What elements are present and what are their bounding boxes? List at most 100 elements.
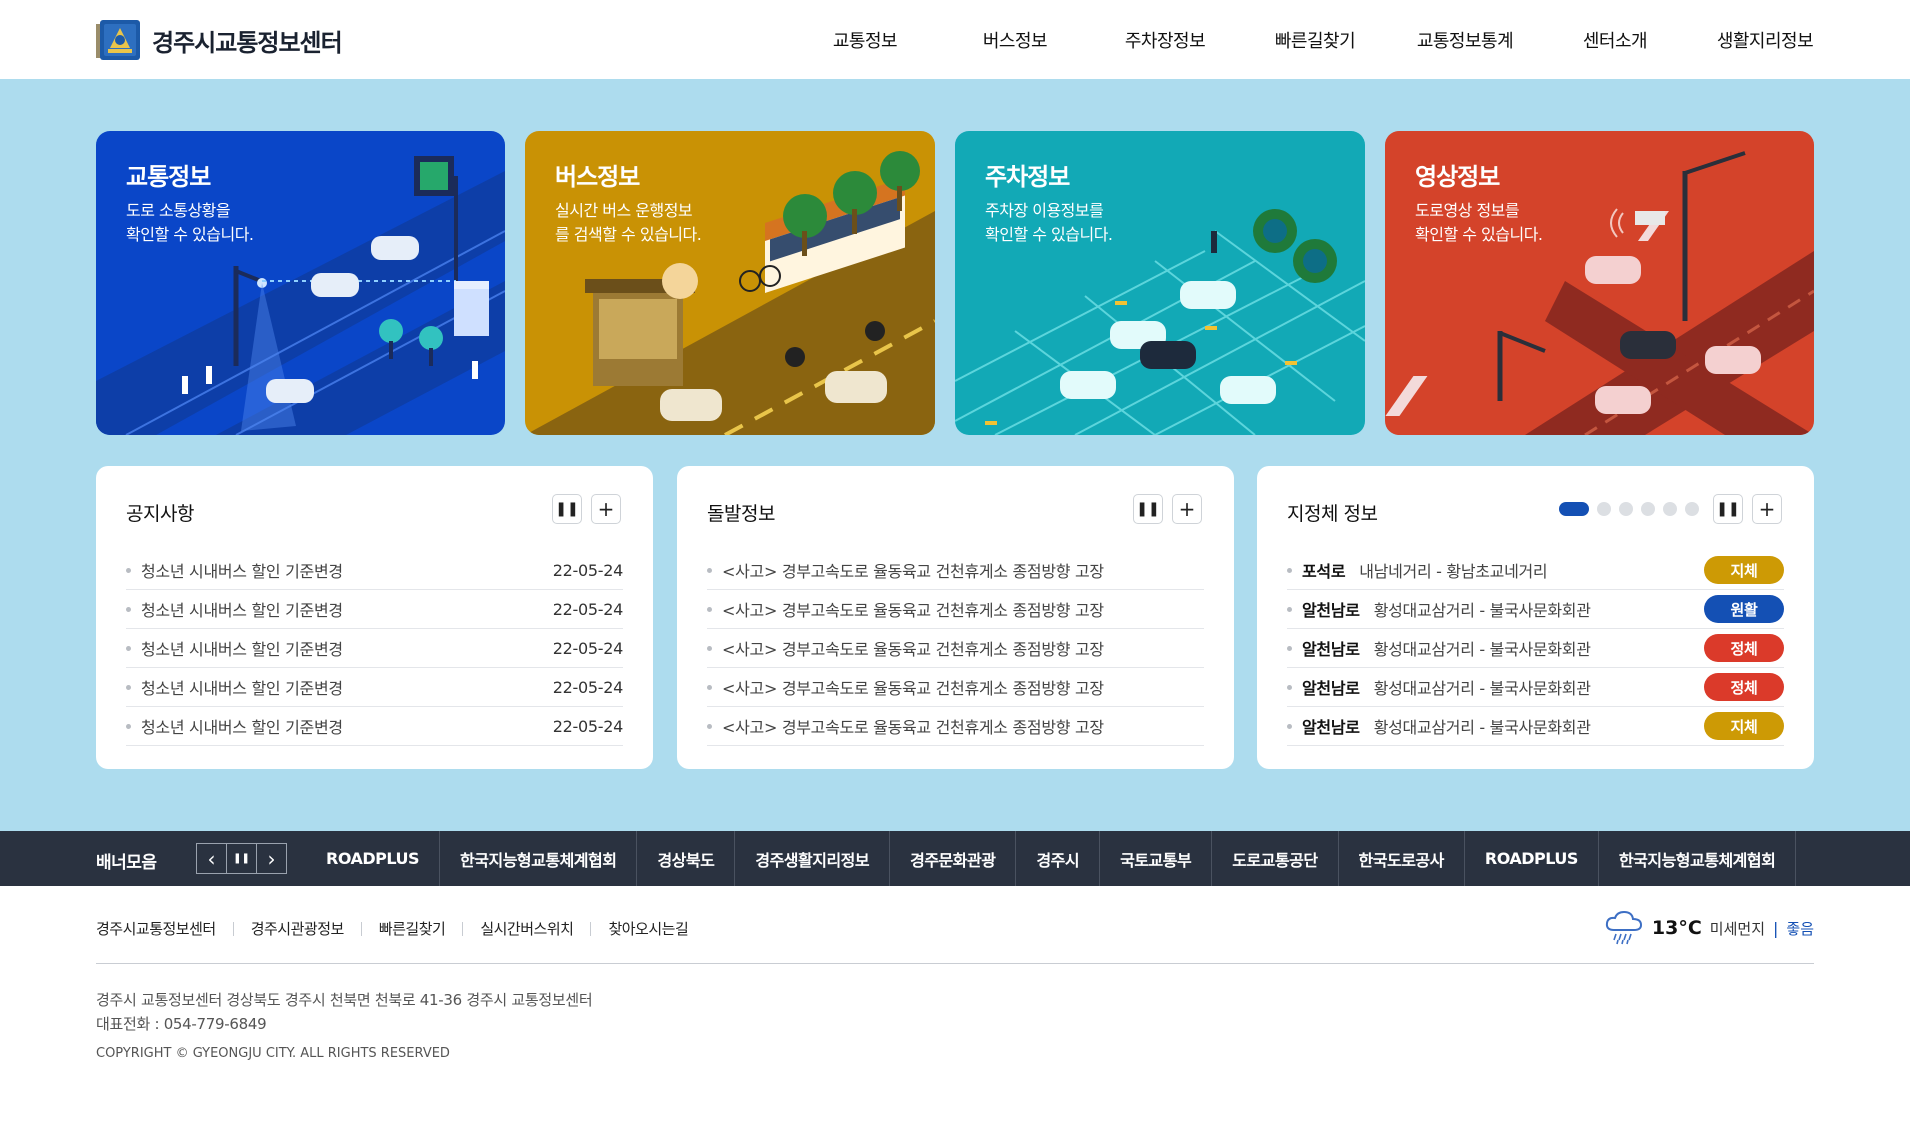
footer-link-directions[interactable]: 찾아오시는길 [608,918,688,939]
road-name: 알천남로 [1302,679,1360,698]
notice-item[interactable]: 청소년 시내버스 할인 기준변경 22-05-24 [126,707,623,746]
congestion-item[interactable]: 알천남로 황성대교삼거리 - 불국사문화회관 지체 [1287,707,1784,746]
nav-geo-info[interactable]: 생활지리정보 [1690,27,1840,53]
card-title: 교통정보 [126,163,211,191]
incident-item-text: <사고> 경부고속도로 율동육교 건천휴게소 종점방향 고장 [722,679,1104,698]
notice-item-date: 22-05-24 [552,599,624,619]
congestion-item[interactable]: 알천남로 황성대교삼거리 - 불국사문화회관 정체 [1287,668,1784,707]
notice-more-button[interactable]: + [591,494,621,524]
incident-panel: 돌발정보 ❚❚ + <사고> 경부고속도로 율동육교 건천휴게소 종점방향 고장… [677,466,1234,769]
congestion-item[interactable]: 알천남로 황성대교삼거리 - 불국사문화회관 원활 [1287,590,1784,629]
road-name: 포석로 [1302,562,1346,581]
banner-bar: 배너모음 ‹ ❚❚ › ROADPLUS 한국지능형교통체계협회 경상북도 경주… [0,831,1910,886]
incident-item[interactable]: <사고> 경부고속도로 율동육교 건천휴게소 종점방향 고장 [707,551,1204,590]
status-badge: 원활 [1704,595,1784,623]
banner-link-gyeongbuk[interactable]: 경상북도 [637,831,736,886]
footer-copyright: COPYRIGHT © GYEONGJU CITY. ALL RIGHTS RE… [96,1046,450,1061]
incident-item-text: <사고> 경부고속도로 율동육교 건천휴게소 종점방향 고장 [722,640,1104,659]
site-footer: 경주시교통정보센터 경주시관광정보 빠른길찾기 실시간버스위치 찾아오시는길 1… [0,886,1910,1132]
divider [360,921,362,936]
card-video-info[interactable]: 영상정보 도로영상 정보를 확인할 수 있습니다. [1385,131,1814,435]
site-logo[interactable]: 경주시교통정보센터 [96,18,343,62]
footer-phone: 대표전화 : 054-779-6849 [96,1015,267,1033]
banner-links: ROADPLUS 한국지능형교통체계협회 경상북도 경주생활지리정보 경주문화관… [306,831,1797,886]
banner-link-roadplus-2[interactable]: ROADPLUS [1465,831,1599,886]
footer-link-bus-location[interactable]: 실시간버스위치 [480,918,574,939]
pager-dot[interactable] [1597,502,1611,516]
notice-item-date: 22-05-24 [552,560,624,580]
notice-item-title: 청소년 시내버스 할인 기준변경 [141,718,343,737]
pager-dot-active[interactable] [1559,502,1589,516]
notice-item[interactable]: 청소년 시내버스 할인 기준변경 22-05-24 [126,668,623,707]
nav-traffic-statistics[interactable]: 교통정보통계 [1390,27,1540,53]
notice-item-title: 청소년 시내버스 할인 기준변경 [141,601,343,620]
banner-prev-button[interactable]: ‹ [196,843,227,874]
notice-item[interactable]: 청소년 시내버스 할인 기준변경 22-05-24 [126,590,623,629]
congestion-panel: 지정체 정보 ❚❚ + 포석로 내남네거리 - 황남초교네거리 지체 알천남로 황성대… [1257,466,1814,769]
nav-parking-info[interactable]: 주차장정보 [1090,27,1240,53]
banner-next-button[interactable]: › [256,843,287,874]
banner-link-roadplus[interactable]: ROADPLUS [306,831,441,886]
notice-pause-button[interactable]: ❚❚ [552,494,582,524]
banner-link-its-korea[interactable]: 한국지능형교통체계협회 [440,831,638,886]
notice-item-date: 22-05-24 [552,638,624,658]
banner-link-its-korea-2[interactable]: 한국지능형교통체계협회 [1599,831,1797,886]
road-name: 알천남로 [1302,640,1360,659]
banner-link-culture-tour[interactable]: 경주문화관광 [890,831,1017,886]
road-section: 황성대교삼거리 - 불국사문화회관 [1373,679,1591,698]
notice-item-date: 22-05-24 [552,677,624,697]
congestion-list: 포석로 내남네거리 - 황남초교네거리 지체 알천남로 황성대교삼거리 - 불국사문화… [1287,551,1784,746]
notice-item[interactable]: 청소년 시내버스 할인 기준변경 22-05-24 [126,629,623,668]
banner-pause-button[interactable]: ❚❚ [226,843,257,874]
banner-link-koroad[interactable]: 도로교통공단 [1212,831,1339,886]
banner-link-geo-info[interactable]: 경주생활지리정보 [735,831,891,886]
banner-link-ex[interactable]: 한국도로공사 [1339,831,1465,886]
incident-more-button[interactable]: + [1172,494,1202,524]
card-traffic-info[interactable]: 교통정보 도로 소통상황을 확인할 수 있습니다. [96,131,505,435]
footer-address-block: 경주시 교통정보센터 경상북도 경주시 천북면 천북로 41-36 경주시 교통… [96,988,593,1036]
card-description: 실시간 버스 운행정보 를 검색할 수 있습니다. [555,201,702,244]
incident-item[interactable]: <사고> 경부고속도로 율동육교 건천휴게소 종점방향 고장 [707,707,1204,746]
notice-panel: 공지사항 ❚❚ + 청소년 시내버스 할인 기준변경 22-05-24 청소년 시… [96,466,653,769]
congestion-pause-button[interactable]: ❚❚ [1713,494,1743,524]
nav-route-finder[interactable]: 빠른길찾기 [1240,27,1390,53]
notice-item[interactable]: 청소년 시내버스 할인 기준변경 22-05-24 [126,551,623,590]
incident-item-text: <사고> 경부고속도로 율동육교 건천휴게소 종점방향 고장 [722,562,1104,581]
incident-item[interactable]: <사고> 경부고속도로 율동육교 건천휴게소 종점방향 고장 [707,629,1204,668]
fine-dust-grade: 좋음 [1786,919,1814,938]
nav-traffic-info[interactable]: 교통정보 [790,27,940,53]
notice-item-title: 청소년 시내버스 할인 기준변경 [141,562,343,581]
status-badge: 지체 [1704,712,1784,740]
card-title: 주차정보 [985,163,1070,191]
incident-item-text: <사고> 경부고속도로 율동육교 건천휴게소 종점방향 고장 [722,718,1104,737]
congestion-item[interactable]: 알천남로 황성대교삼거리 - 불국사문화회관 정체 [1287,629,1784,668]
card-description: 주차장 이용정보를 확인할 수 있습니다. [985,201,1113,244]
card-parking-info[interactable]: 주차정보 주차장 이용정보를 확인할 수 있습니다. [955,131,1365,435]
road-section: 내남네거리 - 황남초교네거리 [1359,562,1548,581]
congestion-more-button[interactable]: + [1752,494,1782,524]
incident-item[interactable]: <사고> 경부고속도로 율동육교 건천휴게소 종점방향 고장 [707,590,1204,629]
road-name: 알천남로 [1302,718,1360,737]
nav-center-intro[interactable]: 센터소개 [1540,27,1690,53]
status-badge: 지체 [1704,556,1784,584]
footer-link-center[interactable]: 경주시교통정보센터 [96,918,216,939]
footer-divider [96,963,1814,964]
incident-item[interactable]: <사고> 경부고속도로 율동육교 건천휴게소 종점방향 고장 [707,668,1204,707]
notice-title: 공지사항 [126,503,194,525]
rain-cloud-icon [1605,910,1642,945]
banner-link-gyeongju-city[interactable]: 경주시 [1016,831,1101,886]
weather-widget: 13°C 미세먼지 | 좋음 [1604,910,1814,946]
notice-item-date: 22-05-24 [552,716,624,736]
pager-dot[interactable] [1619,502,1633,516]
pager-dot[interactable] [1685,502,1699,516]
nav-bus-info[interactable]: 버스정보 [940,27,1090,53]
notice-item-title: 청소년 시내버스 할인 기준변경 [141,640,343,659]
incident-pause-button[interactable]: ❚❚ [1133,494,1163,524]
congestion-item[interactable]: 포석로 내남네거리 - 황남초교네거리 지체 [1287,551,1784,590]
footer-link-route[interactable]: 빠른길찾기 [379,918,446,939]
banner-link-molit[interactable]: 국토교통부 [1100,831,1213,886]
footer-link-tour[interactable]: 경주시관광정보 [251,918,345,939]
card-bus-info[interactable]: 버스정보 실시간 버스 운행정보 를 검색할 수 있습니다. [525,131,935,435]
pager-dot[interactable] [1641,502,1655,516]
pager-dot[interactable] [1663,502,1677,516]
